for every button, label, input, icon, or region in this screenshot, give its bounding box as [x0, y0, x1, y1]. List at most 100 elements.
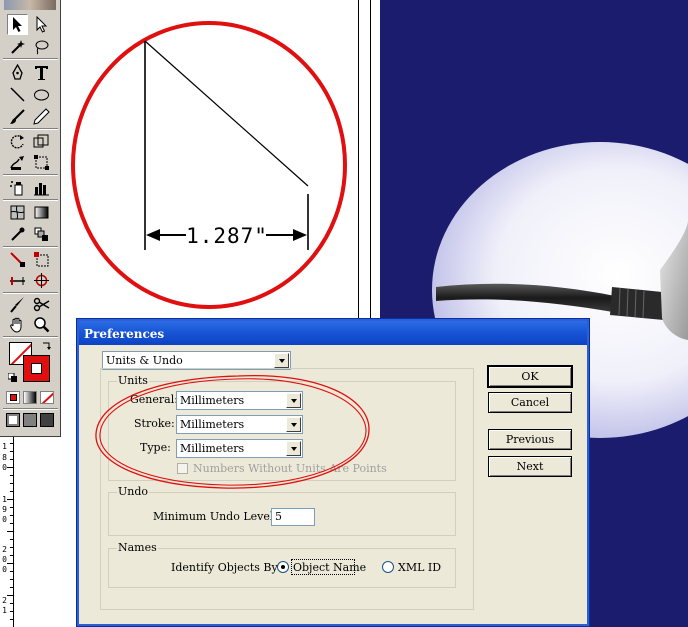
line-segment-icon — [10, 87, 25, 102]
cancel-button[interactable]: Cancel — [488, 392, 572, 413]
gradient-mode-button[interactable] — [23, 391, 37, 404]
ruler-label: 0 — [2, 565, 7, 574]
ruler-tick — [7, 595, 13, 596]
dialog-body: Units & Undo Units General: Millimeters … — [80, 346, 586, 623]
ellipse-tool[interactable] — [31, 84, 52, 105]
full-screen-mode-button[interactable] — [40, 413, 54, 427]
paintbrush-icon — [10, 109, 25, 124]
pencil-tool[interactable] — [31, 106, 52, 127]
xml-id-radio[interactable] — [382, 561, 394, 573]
symbol-sprayer-tool[interactable] — [7, 177, 28, 198]
gradient-icon — [34, 206, 49, 219]
toolbox-separator — [3, 246, 58, 248]
toolbox-separator — [3, 58, 58, 60]
hand-tool[interactable] — [7, 314, 28, 335]
color-mode-button[interactable] — [6, 391, 20, 404]
gradient-tool[interactable] — [31, 202, 52, 223]
names-group-title: Names — [117, 541, 158, 554]
dimension-text: 1.287" — [186, 224, 268, 248]
previous-button[interactable]: Previous — [488, 429, 572, 450]
slice-icon — [10, 252, 25, 267]
slice-select-tool[interactable] — [31, 249, 52, 270]
ruler-tick — [10, 579, 13, 580]
ruler-label: 0 — [2, 515, 7, 524]
dialog-title-bar[interactable]: Preferences — [79, 321, 587, 345]
dimension-arrow-right — [293, 229, 307, 241]
ruler-tick — [10, 619, 13, 620]
rotate-icon — [10, 135, 24, 149]
blend-tool[interactable] — [31, 224, 52, 245]
type-icon — [35, 66, 48, 80]
warp-icon — [10, 156, 24, 170]
rotate-tool[interactable] — [7, 131, 28, 152]
ellipse-icon — [34, 89, 49, 101]
object-name-radio[interactable] — [277, 561, 289, 573]
ruler-tick — [10, 587, 13, 588]
swap-fill-stroke-icon[interactable] — [42, 340, 52, 350]
toolbox-separator — [3, 336, 58, 338]
minimum-undo-label: Minimum Undo Levels: — [153, 510, 283, 523]
line-segment-tool[interactable] — [7, 84, 28, 105]
measure-tool[interactable] — [7, 270, 28, 291]
xml-id-label[interactable]: XML ID — [398, 561, 441, 574]
column-graph-tool[interactable] — [31, 177, 52, 198]
ruler-tick — [7, 531, 13, 532]
next-button[interactable]: Next — [488, 456, 572, 477]
ruler-label: 1 — [2, 495, 7, 504]
ruler-tick — [10, 571, 13, 572]
ruler-tick — [10, 491, 13, 492]
type-tool[interactable] — [31, 62, 52, 83]
crosshair-tool[interactable] — [31, 270, 52, 291]
chevron-down-icon[interactable] — [274, 353, 289, 368]
paintbrush-tool[interactable] — [7, 106, 28, 127]
none-mode-button[interactable] — [40, 391, 54, 404]
pen-icon — [12, 64, 23, 80]
object-name-label[interactable]: Object Name — [293, 561, 366, 574]
diagram-diagonal-line — [144, 40, 309, 187]
mesh-tool[interactable] — [7, 202, 28, 223]
preferences-dialog: Preferences Units & Undo Units General: … — [76, 318, 590, 627]
dialog-title: Preferences — [84, 327, 165, 341]
warp-tool[interactable] — [7, 152, 28, 173]
toolbox — [0, 0, 61, 437]
ruler-tick — [10, 507, 13, 508]
undo-group-title: Undo — [117, 485, 150, 498]
selection-tool[interactable] — [7, 14, 28, 35]
ruler-tick — [10, 539, 13, 540]
ok-button[interactable]: OK — [488, 366, 572, 387]
eyedropper-tool[interactable] — [7, 224, 28, 245]
red-annotation-circle — [71, 21, 347, 309]
minimum-undo-input[interactable]: 5 — [271, 508, 315, 526]
scissors-icon — [33, 297, 50, 312]
toolbox-separator — [3, 174, 58, 176]
toolbox-separator — [3, 408, 58, 410]
lasso-tool[interactable] — [31, 36, 52, 57]
direct-selection-tool[interactable] — [31, 14, 52, 35]
ruler-tick — [10, 611, 13, 612]
knife-tool[interactable] — [7, 294, 28, 315]
ruler-label: 1 — [2, 606, 7, 615]
pen-tool[interactable] — [7, 62, 28, 83]
ruler-tick — [10, 451, 13, 452]
stroke-swatch[interactable] — [23, 355, 50, 382]
scale-tool[interactable] — [31, 131, 52, 152]
free-transform-tool[interactable] — [31, 152, 52, 173]
ruler-tick — [10, 547, 13, 548]
ruler-label: 1 — [2, 442, 7, 451]
ruler-tick — [10, 523, 13, 524]
default-colors-icon[interactable] — [7, 372, 18, 383]
lasso-icon — [35, 40, 49, 55]
scissors-tool[interactable] — [31, 294, 52, 315]
ruler-label: 8 — [2, 453, 7, 462]
mesh-icon — [10, 205, 25, 220]
zoom-tool[interactable] — [31, 314, 52, 335]
ruler-tick — [10, 555, 13, 556]
full-screen-menu-mode-button[interactable] — [23, 413, 37, 427]
magic-wand-tool[interactable] — [7, 36, 28, 57]
standard-screen-mode-button[interactable] — [6, 413, 20, 427]
ruler-label: 9 — [2, 505, 7, 514]
ruler-label: 0 — [2, 555, 7, 564]
vertical-ruler: 18019020021 — [0, 435, 14, 627]
slice-tool[interactable] — [7, 249, 28, 270]
knife-icon — [10, 297, 24, 313]
